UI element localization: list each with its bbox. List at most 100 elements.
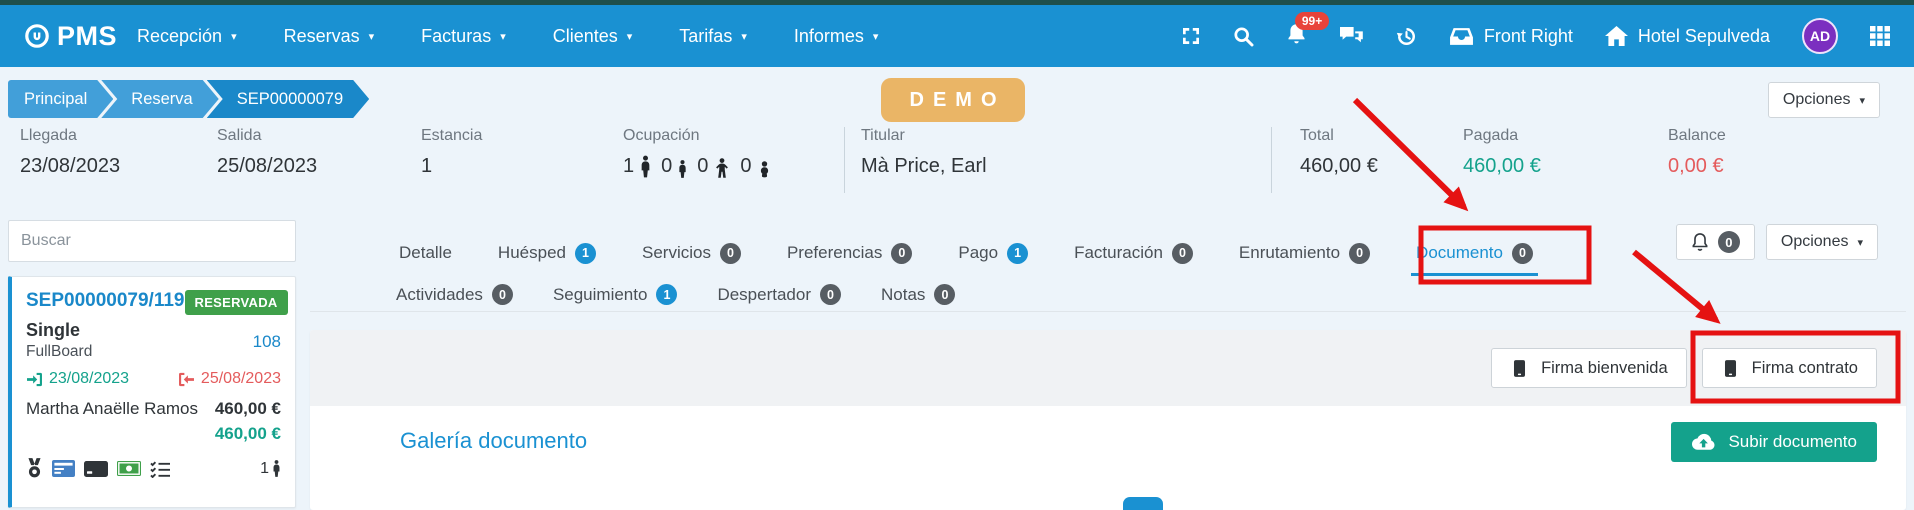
tab-count-badge: 0 [1349,243,1370,264]
alerts-button[interactable]: 0 [1676,224,1755,260]
reservation-reference[interactable]: SEP00000079/119 [26,290,185,312]
header-options-button[interactable]: Opciones ▾ [1768,82,1880,118]
tab-count-badge: 0 [891,243,912,264]
person-icon [272,460,281,477]
person-baby-icon [758,161,771,178]
summary-ocupacion: Ocupación 1000 [623,127,844,193]
alerts-count-badge: 0 [1718,231,1740,253]
menu-item-recepcion[interactable]: Recepción▾ [137,26,237,47]
tab-documento[interactable]: Documento0 [1393,228,1556,278]
checkin-value: 23/08/2023 [49,370,129,388]
checkout-date: 25/08/2023 [178,370,281,388]
checkout-value: 25/08/2023 [201,370,281,388]
tab-facturacion[interactable]: Facturación0 [1051,228,1216,278]
reservations-sidebar: SEP00000079/119 RESERVADA Single FullBoa… [8,220,296,508]
checkout-icon [178,371,195,388]
notifications-count-badge: 99+ [1295,12,1329,30]
tab-actividades[interactable]: Actividades 0 [376,278,533,311]
tab-notas[interactable]: Notas0 [861,278,975,311]
inbox-icon [1449,27,1474,46]
balance-value: 0,00 € [1668,155,1848,178]
tab-pago[interactable]: Pago1 [935,228,1051,278]
folio-icon [52,460,75,477]
firma-contrato-label: Firma contrato [1752,359,1858,378]
hotel-selector[interactable]: Hotel Sepulveda [1605,26,1770,47]
menu-item-reservas[interactable]: Reservas▾ [284,26,375,47]
tab-row-secondary: Actividades 0 Seguimiento1Despertador0Nota… [310,278,1906,312]
chevron-down-icon: ▾ [873,32,879,43]
tab-label: Actividades [396,285,483,305]
person-junior-icon [678,160,687,178]
hotel-name-label: Hotel Sepulveda [1638,26,1770,47]
chevron-down-icon: ▾ [1859,96,1865,107]
notifications-button[interactable]: 99+ [1286,23,1307,50]
tab-label: Documento [1416,243,1503,263]
history-icon[interactable] [1396,26,1417,47]
menu-item-clientes[interactable]: Clientes▾ [553,26,633,47]
toolbar-options-button[interactable]: Opciones ▾ [1766,224,1878,260]
tab-count-badge: 0 [492,284,513,305]
pms-logo-icon [24,23,50,49]
search-icon[interactable] [1233,26,1254,47]
fullscreen-icon[interactable] [1181,26,1201,46]
firma-contrato-button[interactable]: Firma contrato [1702,348,1877,388]
tab-seguimiento[interactable]: Seguimiento1 [533,278,698,311]
search-input[interactable] [8,220,296,262]
tab-count-badge: 0 [720,243,741,264]
app-logo[interactable]: PMS [24,21,117,52]
summary-total: Total 460,00 € [1272,127,1463,193]
summary-llegada: Llegada 23/08/2023 [20,127,217,193]
user-avatar[interactable]: AD [1802,18,1838,54]
ocupacion-counts: 1000 [623,155,844,178]
chevron-down-icon: ▾ [741,32,747,43]
apps-grid-icon[interactable] [1870,26,1890,46]
chat-icon[interactable] [1339,26,1364,46]
ocupacion-count: 1 [623,155,634,178]
top-navbar: PMS Recepción▾Reservas▾Facturas▾Clientes… [0,5,1914,67]
menu-item-label: Recepción [137,26,222,47]
tab-count-badge: 0 [820,284,841,305]
reservation-list-item[interactable]: SEP00000079/119 RESERVADA Single FullBoa… [8,276,296,508]
breadcrumb-item-reserva[interactable]: Reserva [101,80,218,118]
menu-item-facturas[interactable]: Facturas▾ [421,26,506,47]
tab-servicios[interactable]: Servicios0 [619,228,764,278]
tab-row-primary: Detalle Huésped1Servicios0Preferencias0Pa… [310,228,1906,278]
titular-value: Mà Price, Earl [861,155,1271,178]
tab-enrutamiento[interactable]: Enrutamiento0 [1216,228,1393,278]
breadcrumb: PrincipalReservaSEP00000079 [8,80,369,118]
person-adult-icon [640,155,651,178]
breadcrumb-item-principal[interactable]: Principal [8,80,113,118]
tab-despertador[interactable]: Despertador0 [697,278,861,311]
tablet-icon [1510,359,1529,378]
tab-count-badge: 1 [656,284,677,305]
estancia-value: 1 [421,155,623,178]
board-type: FullBoard [26,343,92,361]
tab-label: Detalle [399,243,452,263]
tab-huesped[interactable]: Huésped1 [475,228,619,278]
firma-bienvenida-button[interactable]: Firma bienvenida [1491,348,1687,388]
total-label: Total [1300,127,1463,145]
medal-icon [26,458,43,479]
upload-document-button[interactable]: Subir documento [1671,422,1877,462]
menu-item-tarifas[interactable]: Tarifas▾ [679,26,747,47]
app-logo-text: PMS [57,21,117,52]
card-occupants: 1 [260,460,281,478]
workstation-selector[interactable]: Front Right [1449,26,1573,47]
document-tab-panel: Firma bienvenida Firma contrato Galería … [310,330,1906,510]
summary-pagada: Pagada 460,00 € [1463,127,1668,193]
menu-item-informes[interactable]: Informes▾ [794,26,879,47]
tab-preferencias[interactable]: Preferencias0 [764,228,935,278]
breadcrumb-item-sep00000079[interactable]: SEP00000079 [207,80,369,118]
summary-balance: Balance 0,00 € [1668,127,1848,193]
checkin-icon [26,371,43,388]
tab-detalle[interactable]: Detalle [376,228,475,278]
checkin-date: 23/08/2023 [26,370,129,388]
tablet-icon [1721,359,1740,378]
chevron-down-icon: ▾ [1857,238,1863,249]
home-icon [1605,26,1628,46]
reservation-summary-bar: Llegada 23/08/2023 Salida 25/08/2023 Est… [20,127,1894,193]
occupants-count: 1 [260,460,269,478]
summary-titular: Titular Mà Price, Earl [845,127,1271,193]
tab-count-badge: 0 [934,284,955,305]
llegada-label: Llegada [20,127,217,145]
